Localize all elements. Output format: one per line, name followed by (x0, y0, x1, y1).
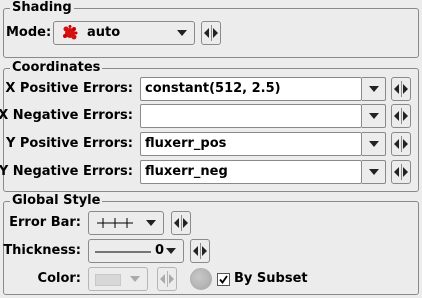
arrow-divider (180, 215, 182, 231)
mode-value: auto (87, 25, 121, 40)
thickness-line-icon (95, 251, 151, 253)
y-negative-errors-field[interactable]: fluxerr_neg (140, 160, 362, 184)
arrow-left-icon[interactable] (393, 167, 399, 177)
arrow-left-icon (159, 274, 165, 284)
arrow-left-icon[interactable] (393, 84, 399, 94)
arrow-right-icon[interactable] (403, 167, 409, 177)
y-negative-errors-label: Y Negative Errors: (0, 164, 133, 179)
arrow-divider (400, 136, 402, 152)
y-positive-errors-dropdown[interactable] (362, 132, 386, 156)
global-style-legend: Global Style (10, 193, 103, 209)
x-positive-errors-arrows[interactable] (391, 77, 411, 101)
error-bar-capped-icon (97, 218, 133, 228)
x-negative-errors-dropdown[interactable] (362, 104, 386, 128)
arrow-divider (400, 108, 402, 124)
y-negative-errors-dropdown[interactable] (362, 160, 386, 184)
arrow-right-icon[interactable] (403, 139, 409, 149)
thickness-value: 0 (155, 243, 165, 258)
color-combo (88, 267, 148, 291)
y-negative-errors-arrows[interactable] (391, 160, 411, 184)
color-arrows (157, 267, 177, 291)
mode-arrows[interactable] (201, 21, 221, 45)
error-bar-label: Error Bar: (9, 215, 81, 230)
arrow-left-icon[interactable] (173, 218, 179, 228)
chevron-down-icon (166, 248, 176, 254)
thickness-label: Thickness: (3, 243, 81, 258)
arrow-left-icon[interactable] (393, 111, 399, 121)
arrow-divider (166, 271, 168, 287)
error-bar-arrows[interactable] (171, 211, 191, 235)
coordinates-legend: Coordinates (10, 60, 103, 76)
thickness-combo[interactable]: 0 (88, 239, 184, 263)
arrow-right-icon[interactable] (183, 218, 189, 228)
arrow-left-icon[interactable] (393, 139, 399, 149)
arrow-divider (400, 81, 402, 97)
thickness-arrows[interactable] (190, 239, 210, 263)
arrow-left-icon[interactable] (203, 28, 209, 38)
mode-combo[interactable]: auto (53, 21, 195, 45)
color-swatch (95, 274, 121, 286)
arrow-divider (400, 164, 402, 180)
x-positive-errors-field[interactable]: constant(512, 2.5) (140, 77, 362, 101)
chevron-down-icon (177, 30, 187, 36)
color-chooser-button (190, 268, 212, 290)
by-subset-checkbox[interactable] (217, 273, 230, 286)
chevron-down-icon (368, 141, 379, 147)
mode-label: Mode: (6, 25, 52, 40)
x-negative-errors-arrows[interactable] (391, 104, 411, 128)
arrow-right-icon[interactable] (202, 246, 208, 256)
chevron-down-icon (368, 169, 379, 175)
chevron-down-icon (368, 86, 379, 92)
error-bar-combo[interactable] (88, 211, 164, 235)
chevron-down-icon (146, 220, 156, 226)
x-negative-errors-label: X Negative Errors: (0, 108, 133, 123)
arrow-left-icon[interactable] (192, 246, 198, 256)
arrow-right-icon[interactable] (213, 28, 219, 38)
x-negative-errors-field[interactable] (140, 104, 362, 128)
arrow-divider (210, 25, 212, 41)
arrow-right-icon[interactable] (403, 84, 409, 94)
red-splat-icon (63, 25, 78, 40)
checkmark-icon (219, 275, 228, 284)
y-positive-errors-label: Y Positive Errors: (5, 136, 133, 151)
arrow-right-icon[interactable] (403, 111, 409, 121)
color-label: Color: (37, 271, 81, 286)
x-positive-errors-label: X Positive Errors: (5, 81, 133, 96)
chevron-down-icon (368, 113, 379, 119)
x-positive-errors-dropdown[interactable] (362, 77, 386, 101)
chevron-down-icon (130, 276, 140, 282)
by-subset-label: By Subset (234, 271, 308, 286)
arrow-right-icon (169, 274, 175, 284)
y-positive-errors-field[interactable]: fluxerr_pos (140, 132, 362, 156)
shading-legend: Shading (10, 0, 74, 16)
y-positive-errors-arrows[interactable] (391, 132, 411, 156)
arrow-divider (199, 243, 201, 259)
